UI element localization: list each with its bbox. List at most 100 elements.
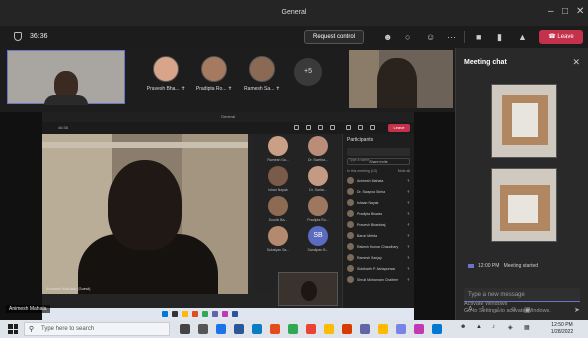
search-placeholder: Type here to search <box>41 326 95 332</box>
video-person <box>301 281 317 301</box>
main-speaker-video: Animesh Mahata (Guest) <box>42 134 248 294</box>
maximize-button[interactable]: □ <box>562 6 568 17</box>
participant-video-tile[interactable] <box>349 50 453 108</box>
people-icon[interactable]: ☻ <box>383 32 392 42</box>
divider <box>464 31 465 43</box>
participant-tile[interactable]: Pradipta Ro... ✝ <box>194 56 234 92</box>
taskbar-app-icon[interactable] <box>252 324 262 334</box>
more-participants-button[interactable]: +5 <box>294 58 322 86</box>
mic-icon: ✝ <box>406 277 410 282</box>
activate-line-1: Activate Windows <box>464 301 508 307</box>
mic-icon: ✝ <box>406 233 410 238</box>
mic-off-icon: ✝ <box>227 86 233 92</box>
video-background <box>349 50 379 108</box>
mic-icon: ✝ <box>406 178 410 183</box>
taskbar-app-icon[interactable] <box>396 324 406 334</box>
camera-icon[interactable]: ■ <box>476 32 481 42</box>
camera-icon <box>346 125 351 130</box>
share-screen-icon <box>370 125 375 130</box>
panel-person: Barun Mehta ✝ <box>343 230 414 241</box>
taskbar-app-icon[interactable] <box>180 324 190 334</box>
taskbar-app-icon[interactable] <box>306 324 316 334</box>
shield-icon <box>14 32 22 41</box>
meeting-started-message: 12:00 PM Meeting started <box>468 263 538 269</box>
clock-time: 12:50 PM <box>551 322 573 328</box>
shared-leave-button: Leave <box>388 124 410 132</box>
panel-search-placeholder: Type a name <box>349 158 370 162</box>
taskbar-search-box[interactable]: ⚲ Type here to search <box>24 322 170 336</box>
language-icon[interactable]: ▦ <box>524 324 530 331</box>
gallery-name: Sandipan B... <box>307 248 329 252</box>
mic-icon: ✝ <box>406 189 410 194</box>
mic-icon: ✝ <box>406 266 410 271</box>
gallery-tile: Sukalyan Sa... <box>258 226 298 252</box>
message-text: Meeting started <box>503 263 539 269</box>
wifi-icon[interactable]: ◈ <box>508 324 513 331</box>
avatar <box>347 276 354 283</box>
taskbar-app-icon[interactable] <box>342 324 352 334</box>
mic-off-icon: ✝ <box>180 86 186 92</box>
taskbar-app-icon[interactable] <box>432 324 442 334</box>
avatar <box>268 166 288 186</box>
taskbar-app-icon[interactable] <box>270 324 280 334</box>
avatar <box>347 199 354 206</box>
video-person <box>108 160 182 250</box>
person-icon[interactable]: ☻ <box>460 324 466 330</box>
chat-icon <box>306 125 311 130</box>
minimize-button[interactable]: – <box>548 6 554 17</box>
send-icon[interactable]: ➤ <box>574 306 580 314</box>
mic-icon: ✝ <box>406 222 410 227</box>
panel-person: Siddharth P. Ashapurwar ✝ <box>343 263 414 274</box>
close-chat-button[interactable]: ✕ <box>572 57 580 68</box>
shared-window-title: General <box>42 112 414 122</box>
video-caption: Animesh Mahata (Guest) <box>46 286 91 291</box>
request-control-button[interactable]: Request control <box>304 30 364 44</box>
participant-tile[interactable]: Ramesh Sa... ✝ <box>242 56 282 92</box>
people-icon <box>294 125 299 130</box>
chat-image[interactable] <box>491 84 557 158</box>
chat-icon[interactable]: ○ <box>405 32 410 42</box>
meeting-controls-bar: 36:36 Request control ☻ ○ ☺ ··· ■ ▮ ▲ ☎ … <box>0 26 588 48</box>
participant-tile[interactable]: Pravesh Bha... ✝ <box>146 56 186 92</box>
taskbar-clock[interactable]: 12:50 PM 1/28/2022 <box>542 322 582 336</box>
avatar <box>347 221 354 228</box>
window-title: General <box>281 9 307 16</box>
windows-start-icon[interactable] <box>8 324 18 334</box>
taskbar-app-icon[interactable] <box>324 324 334 334</box>
activate-line-2: Go to Settings to activate Windows. <box>464 308 551 314</box>
taskbar-app-icon[interactable] <box>198 324 208 334</box>
share-screen-icon[interactable]: ▲ <box>518 32 527 42</box>
taskbar-app-icon[interactable] <box>378 324 388 334</box>
taskbar-app-icon[interactable] <box>216 324 226 334</box>
chat-image[interactable] <box>491 168 557 242</box>
chat-compose-box[interactable]: Type a new message <box>464 288 580 302</box>
shared-screen-content: General 46:36 Leave Animesh Mahata (Gues… <box>42 112 414 320</box>
microphone-icon <box>358 125 363 130</box>
avatar <box>347 210 354 217</box>
network-icon[interactable]: ▲ <box>476 324 482 330</box>
gallery-name: Ramesh Sa... <box>267 158 289 162</box>
mic-off-icon: ✝ <box>275 86 280 92</box>
reactions-icon[interactable]: ☺ <box>426 32 435 42</box>
gallery-tile: Dr. Swetha... <box>298 136 338 162</box>
leave-button[interactable]: ☎ Leave <box>539 30 583 44</box>
taskbar-app-icon[interactable] <box>288 324 298 334</box>
taskbar-app-icon[interactable] <box>360 324 370 334</box>
meeting-chat-panel: Meeting chat ✕ 12:00 PM Meeting started … <box>455 48 588 320</box>
avatar <box>308 196 328 216</box>
more-options-button[interactable]: ··· <box>447 32 456 42</box>
panel-person: Rakesh Kumar Chaudhary ✝ <box>343 241 414 252</box>
shared-meeting-bar: 46:36 Leave <box>42 122 414 134</box>
taskbar-app-icon[interactable] <box>414 324 424 334</box>
avatar <box>249 56 275 82</box>
video-camera-icon <box>468 263 474 268</box>
taskbar-app-icon[interactable] <box>234 324 244 334</box>
volume-icon[interactable]: ♪ <box>492 324 495 330</box>
participant-name: Ramesh Sa... ✝ <box>244 86 280 92</box>
more-icon <box>330 125 335 130</box>
message-time: 12:00 PM <box>478 263 500 269</box>
close-window-button[interactable]: ✕ <box>576 6 584 17</box>
self-video-tile[interactable] <box>7 50 125 105</box>
microphone-icon[interactable]: ▮ <box>497 32 502 43</box>
avatar <box>347 243 354 250</box>
